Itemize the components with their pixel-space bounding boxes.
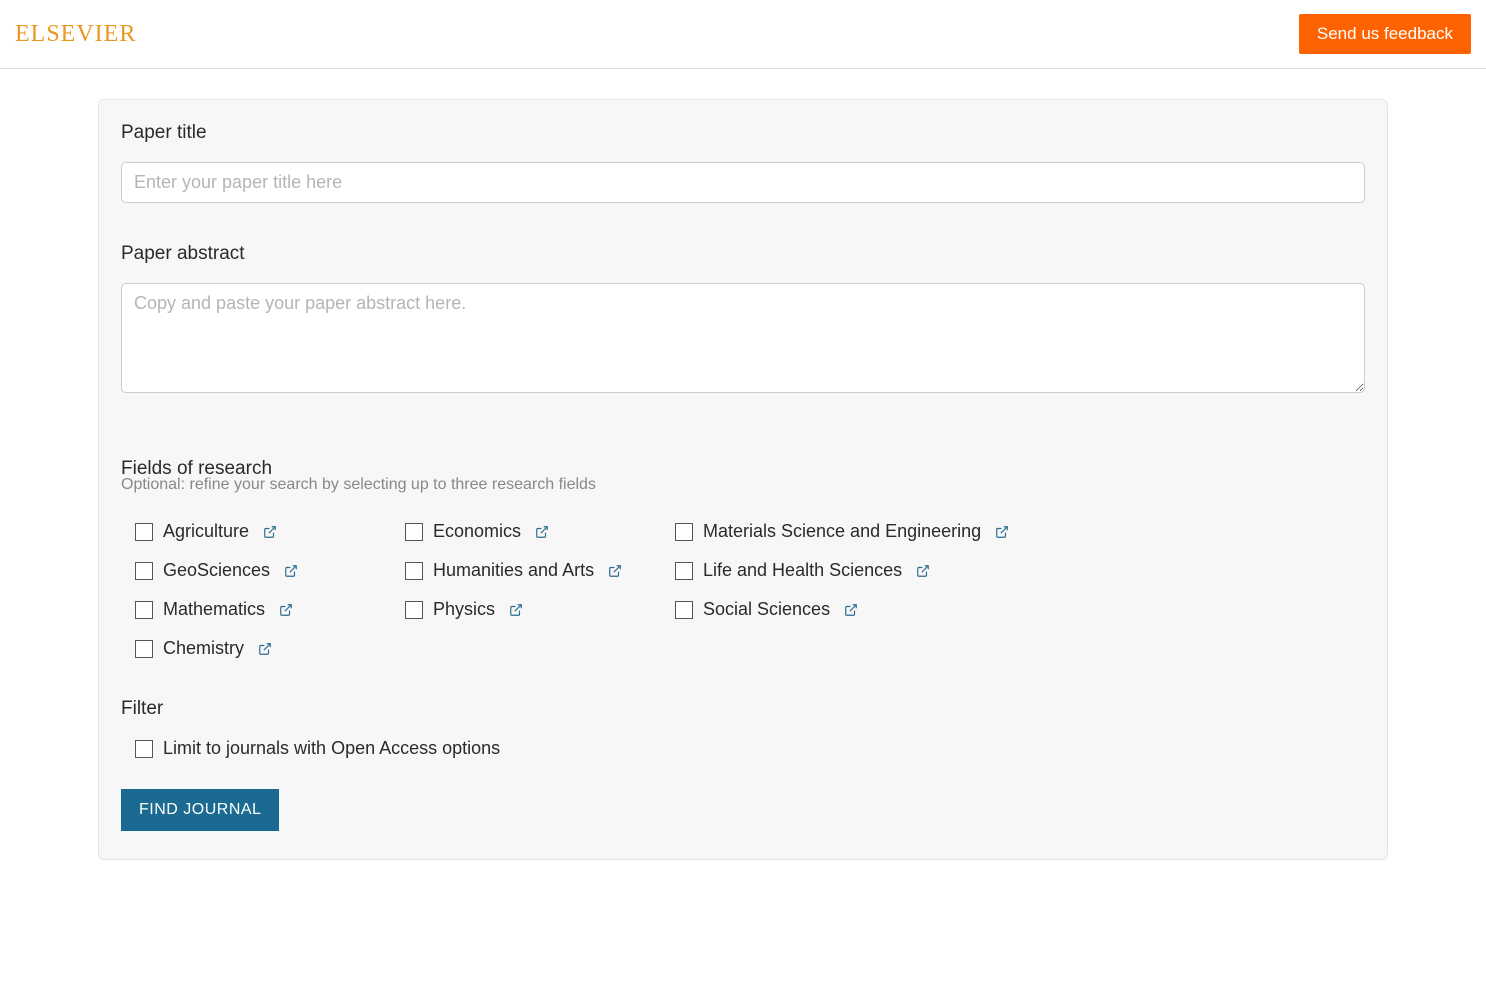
label-social[interactable]: Social Sciences — [703, 599, 830, 620]
field-materials: Materials Science and Engineering — [675, 512, 1365, 551]
external-link-icon[interactable] — [263, 525, 277, 539]
feedback-button[interactable]: Send us feedback — [1299, 14, 1471, 54]
field-mathematics: Mathematics — [135, 590, 405, 629]
abstract-label: Paper abstract — [121, 243, 1365, 265]
label-chemistry[interactable]: Chemistry — [163, 638, 244, 659]
fields-sublabel: Optional: refine your search by selectin… — [121, 476, 1365, 494]
checkbox-agriculture[interactable] — [135, 523, 153, 541]
label-humanities[interactable]: Humanities and Arts — [433, 560, 594, 581]
field-chemistry: Chemistry — [135, 629, 405, 668]
field-agriculture: Agriculture — [135, 512, 405, 551]
field-economics: Economics — [405, 512, 675, 551]
external-link-icon[interactable] — [995, 525, 1009, 539]
field-social: Social Sciences — [675, 590, 1365, 629]
form-card: Paper title Paper abstract Fields of res… — [98, 99, 1388, 860]
abstract-group: Paper abstract — [121, 243, 1365, 398]
label-materials[interactable]: Materials Science and Engineering — [703, 521, 981, 542]
checkbox-open-access[interactable] — [135, 740, 153, 758]
checkbox-social[interactable] — [675, 601, 693, 619]
fields-grid: Agriculture Economics Materials Science … — [135, 512, 1365, 668]
checkbox-life-health[interactable] — [675, 562, 693, 580]
filter-open-access: Limit to journals with Open Access optio… — [135, 738, 1365, 759]
external-link-icon[interactable] — [279, 603, 293, 617]
external-link-icon[interactable] — [535, 525, 549, 539]
filter-label: Filter — [121, 698, 1365, 720]
field-humanities: Humanities and Arts — [405, 551, 675, 590]
header: ELSEVIER Send us feedback — [0, 0, 1486, 69]
find-journal-button[interactable]: FIND JOURNAL — [121, 789, 279, 831]
checkbox-economics[interactable] — [405, 523, 423, 541]
field-geosciences: GeoSciences — [135, 551, 405, 590]
checkbox-physics[interactable] — [405, 601, 423, 619]
label-geosciences[interactable]: GeoSciences — [163, 560, 270, 581]
fields-section: Fields of research Optional: refine your… — [121, 458, 1365, 668]
title-input[interactable] — [121, 162, 1365, 203]
external-link-icon[interactable] — [509, 603, 523, 617]
title-group: Paper title — [121, 122, 1365, 203]
checkbox-materials[interactable] — [675, 523, 693, 541]
label-life-health[interactable]: Life and Health Sciences — [703, 560, 902, 581]
title-label: Paper title — [121, 122, 1365, 144]
checkbox-chemistry[interactable] — [135, 640, 153, 658]
external-link-icon[interactable] — [284, 564, 298, 578]
filter-section: Filter Limit to journals with Open Acces… — [121, 698, 1365, 759]
external-link-icon[interactable] — [608, 564, 622, 578]
label-agriculture[interactable]: Agriculture — [163, 521, 249, 542]
checkbox-mathematics[interactable] — [135, 601, 153, 619]
field-physics: Physics — [405, 590, 675, 629]
external-link-icon[interactable] — [844, 603, 858, 617]
label-physics[interactable]: Physics — [433, 599, 495, 620]
label-economics[interactable]: Economics — [433, 521, 521, 542]
label-open-access[interactable]: Limit to journals with Open Access optio… — [163, 738, 500, 759]
field-life-health: Life and Health Sciences — [675, 551, 1365, 590]
checkbox-humanities[interactable] — [405, 562, 423, 580]
external-link-icon[interactable] — [916, 564, 930, 578]
main-container: Paper title Paper abstract Fields of res… — [83, 99, 1403, 860]
external-link-icon[interactable] — [258, 642, 272, 656]
logo: ELSEVIER — [15, 21, 136, 48]
abstract-input[interactable] — [121, 283, 1365, 393]
checkbox-geosciences[interactable] — [135, 562, 153, 580]
label-mathematics[interactable]: Mathematics — [163, 599, 265, 620]
